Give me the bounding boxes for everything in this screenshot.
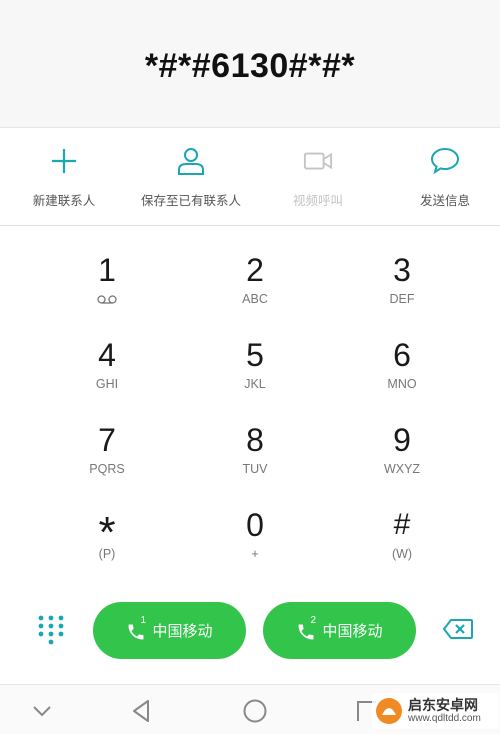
key-digit: 8: [246, 422, 264, 458]
key-digit: 2: [246, 252, 264, 288]
key-letters: (P): [98, 547, 116, 561]
key-digit: 4: [98, 337, 116, 373]
key-hash[interactable]: # (W): [342, 481, 462, 561]
back-triangle-icon[interactable]: [128, 697, 156, 725]
call-sim2-button[interactable]: 2 中国移动: [263, 602, 416, 659]
key-7[interactable]: 7 PQRS: [47, 396, 167, 476]
key-3[interactable]: 3 DEF: [342, 226, 462, 306]
watermark-title: 启东安卓网: [408, 698, 478, 714]
key-letters: WXYZ: [383, 462, 421, 476]
key-letters: MNO: [387, 377, 417, 391]
key-0[interactable]: 0 +: [195, 481, 315, 561]
sim-number: 2: [310, 614, 317, 626]
key-digit: *: [98, 508, 116, 557]
dialpad-grid-icon[interactable]: [36, 614, 66, 646]
voicemail-icon: [97, 291, 117, 306]
key-6[interactable]: 6 MNO: [342, 311, 462, 391]
watermark-url: www.qdltdd.com: [408, 713, 481, 724]
send-message-button[interactable]: 发送信息: [375, 146, 500, 210]
send-message-label: 发送信息: [419, 193, 470, 208]
key-star[interactable]: * (P): [47, 481, 167, 562]
key-digit: 6: [393, 337, 411, 373]
plus-icon: [49, 146, 79, 176]
key-8[interactable]: 8 TUV: [195, 396, 315, 476]
backspace-icon[interactable]: [442, 618, 476, 642]
key-digit: 1: [98, 252, 116, 288]
key-5[interactable]: 5 JKL: [195, 311, 315, 391]
key-letters: TUV: [242, 462, 268, 476]
key-letters: JKL: [244, 377, 266, 391]
save-to-existing-contact-button[interactable]: 保存至已有联系人: [121, 146, 261, 210]
new-contact-button[interactable]: 新建联系人: [0, 146, 134, 210]
carrier-name: 中国移动: [152, 622, 213, 640]
quick-actions-bar: 新建联系人 保存至已有联系人 视频呼叫 发送信息: [0, 128, 500, 226]
call-action-bar: 1 中国移动 2 中国移动: [0, 600, 500, 662]
key-digit: 9: [393, 422, 411, 458]
save-to-existing-contact-label: 保存至已有联系人: [140, 193, 241, 208]
key-9[interactable]: 9 WXYZ: [342, 396, 462, 476]
video-camera-icon: [303, 146, 333, 176]
key-letters: DEF: [389, 292, 415, 306]
key-digit: 5: [246, 337, 264, 373]
home-circle-icon[interactable]: [241, 697, 269, 725]
key-digit: 7: [98, 422, 116, 458]
phone-icon: 2: [296, 615, 318, 642]
key-digit: 3: [393, 252, 411, 288]
key-digit: #: [393, 508, 411, 541]
chevron-down-icon[interactable]: [28, 697, 56, 725]
key-letters: (W): [391, 547, 413, 561]
carrier-name: 中国移动: [322, 622, 383, 640]
watermark-logo: 启东安卓网 www.qdltdd.com: [372, 693, 498, 729]
phone-icon: 1: [126, 615, 148, 642]
video-call-label: 视频呼叫: [292, 193, 343, 208]
chat-bubble-icon: [430, 146, 460, 176]
key-1[interactable]: 1: [47, 226, 167, 306]
key-letters: PQRS: [89, 462, 125, 476]
call-sim1-button[interactable]: 1 中国移动: [93, 602, 246, 659]
key-2[interactable]: 2 ABC: [195, 226, 315, 306]
dialed-number: *#*#6130#*#*: [144, 47, 356, 85]
dialed-number-display: *#*#6130#*#*: [0, 0, 500, 128]
video-call-button[interactable]: 视频呼叫: [248, 146, 388, 210]
sim-number: 1: [140, 614, 147, 626]
key-digit: 0: [246, 507, 264, 543]
key-4[interactable]: 4 GHI: [47, 311, 167, 391]
key-letters: GHI: [95, 377, 119, 391]
key-letters: ABC: [242, 292, 268, 306]
new-contact-label: 新建联系人: [32, 193, 96, 208]
person-icon: [176, 146, 206, 176]
key-letters: +: [251, 547, 259, 561]
dial-keypad: 1 2 ABC 3 DEF 4 GHI 5 JKL 6 MNO 7 PQRS 8…: [0, 226, 500, 596]
